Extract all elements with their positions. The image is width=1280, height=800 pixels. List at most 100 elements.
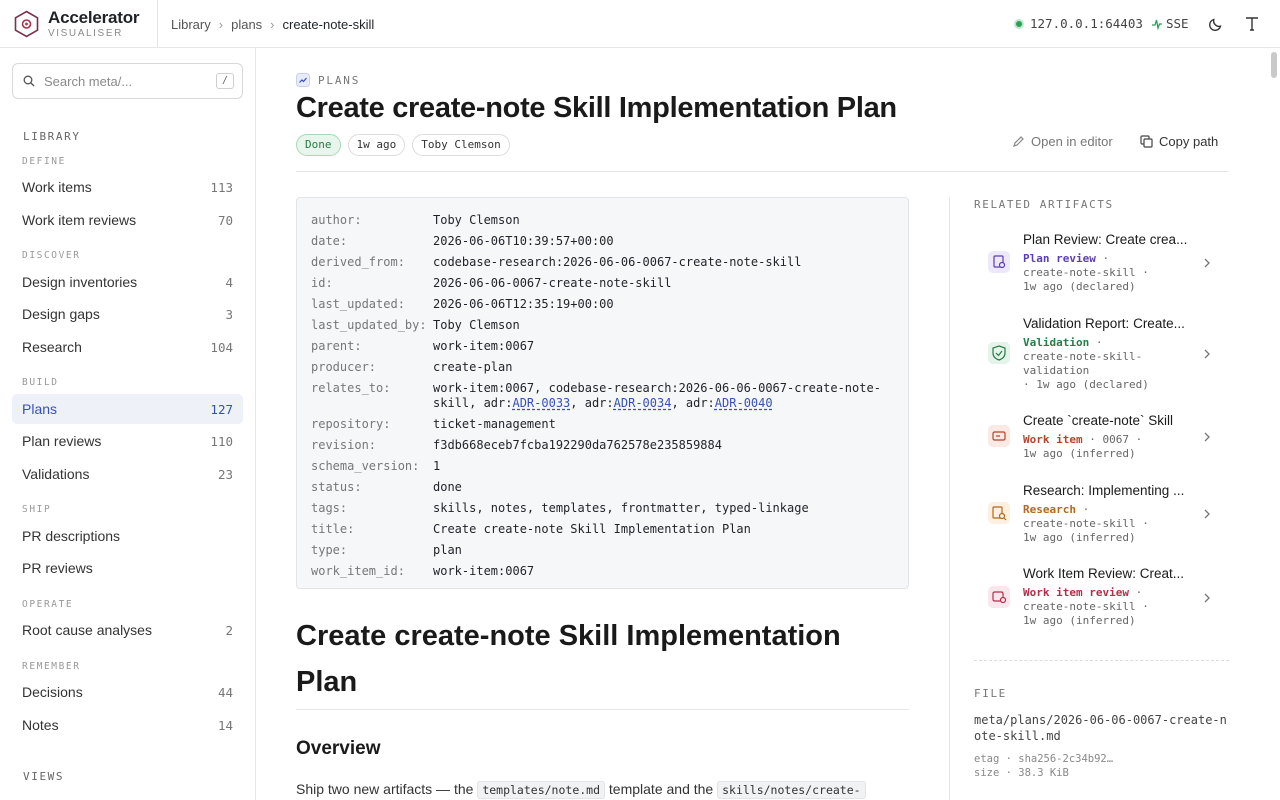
fm-value: Toby Clemson [433, 213, 520, 227]
scrollbar-thumb[interactable] [1271, 52, 1277, 78]
library-heading: LIBRARY [23, 130, 81, 143]
search-shortcut-key: / [216, 73, 234, 89]
related-artifact-title: Plan Review: Create crea... [1023, 232, 1188, 247]
brand-subtitle: VISUALISER [48, 28, 123, 39]
related-artifact-validation[interactable]: Validation Report: Create... Validation … [974, 315, 1229, 395]
fm-value: 2026-06-06T10:39:57+00:00 [433, 234, 614, 248]
breadcrumb-library[interactable]: Library [171, 17, 211, 32]
adr-link[interactable]: ADR-0034 [614, 396, 672, 410]
fm-key: work_item_id: [311, 564, 405, 578]
fm-value: skills, notes, templates, frontmatter, t… [433, 501, 809, 515]
sidebar-item-plans[interactable]: Plans 127 [12, 394, 243, 424]
related-artifact-detail: create-note-skill · [1023, 600, 1149, 613]
related-artifact-research[interactable]: Research: Implementing ... Research · cre… [974, 482, 1229, 548]
moon-icon[interactable] [1207, 15, 1225, 33]
fm-value: work-item:0067 [433, 564, 535, 578]
fm-row: revision: f3db668eceb7fcba192290da762578e… [311, 435, 908, 456]
related-artifact-body: Research: Implementing ... Research · cre… [1023, 482, 1193, 545]
sidebar-item-decisions[interactable]: Decisions 44 [12, 677, 243, 707]
inline-code: templates/note.md [477, 781, 606, 799]
sidebar-item-design-inventories[interactable]: Design inventories 4 [12, 267, 243, 297]
overview-paragraph: Ship two new artifacts — the templates/n… [296, 778, 909, 800]
status-badge: Done [296, 134, 341, 156]
fm-key: repository: [311, 417, 391, 431]
sidebar-item-root-cause-analyses[interactable]: Root cause analyses 2 [12, 615, 243, 645]
breadcrumb-plans[interactable]: plans [231, 17, 262, 32]
file-path[interactable]: meta/plans/2026-06-06-0067-create-note-s… [974, 712, 1229, 744]
fm-row: status: done [311, 477, 908, 498]
sidebar: / LIBRARY DEFINE Work items 113 Work item… [0, 48, 256, 800]
sidebar-item-count: 44 [217, 684, 233, 700]
sidebar-item-work-items[interactable]: Work items 113 [12, 172, 243, 202]
related-artifact-type: Plan review [1023, 252, 1096, 265]
related-artifact-work-item[interactable]: Create `create-note` Skill Work item · 0… [974, 412, 1229, 464]
open-in-editor-label: Open in editor [1031, 133, 1113, 149]
chevron-right-icon [1204, 349, 1210, 359]
sidebar-item-validations[interactable]: Validations 23 [12, 459, 243, 489]
top-bar: Accelerator VISUALISER Library › plans ›… [0, 0, 1280, 48]
brand[interactable]: Accelerator VISUALISER [14, 9, 140, 39]
doc-kind: PLANS [318, 73, 361, 87]
text-size-icon[interactable] [1243, 15, 1261, 33]
body-heading: Create create-note Skill Implementation … [296, 620, 841, 698]
doc-kicker: PLANS [296, 73, 360, 87]
related-artifact-type: Validation [1023, 336, 1090, 349]
search-box[interactable]: / [12, 63, 243, 99]
sidebar-item-label: Research [22, 339, 82, 355]
section-heading: Overview [296, 738, 381, 759]
related-artifact-work-item-review[interactable]: Work Item Review: Creat... Work item rev… [974, 565, 1229, 631]
related-artifact-type: Research [1023, 503, 1076, 516]
sse-indicator: SSE [1152, 16, 1189, 31]
hexagon-logo-icon [14, 10, 39, 38]
panel-divider [974, 660, 1229, 661]
sidebar-item-notes[interactable]: Notes 14 [12, 710, 243, 740]
sidebar-item-pr-reviews[interactable]: PR reviews [12, 553, 243, 583]
sidebar-item-design-gaps[interactable]: Design gaps 3 [12, 299, 243, 329]
fm-key: tags: [311, 501, 348, 515]
search-input[interactable] [44, 73, 204, 89]
related-artifact-title: Validation Report: Create... [1023, 316, 1185, 331]
sidebar-item-pr-descriptions[interactable]: PR descriptions [12, 521, 243, 551]
adr-link[interactable]: ADR-0040 [715, 396, 773, 410]
fm-key: derived_from: [311, 255, 405, 269]
sidebar-item-research[interactable]: Research 104 [12, 332, 243, 362]
sidebar-item-count: 23 [217, 466, 233, 482]
related-artifact-age: 1w ago (inferred) [1023, 614, 1136, 627]
relates-to-text: , adr: [570, 396, 614, 410]
activity-icon [1152, 19, 1162, 30]
sidebar-item-count: 110 [210, 433, 233, 449]
research-icon [988, 502, 1010, 524]
server-address: 127.0.0.1:64403 [1030, 16, 1143, 31]
sidebar-item-count: 127 [210, 401, 233, 417]
related-artifact-meta: Validation · create-note-skill-validation… [1023, 336, 1149, 391]
fm-value: work-item:0067 [433, 339, 535, 353]
fm-row: work_item_id: work-item:0067 [311, 561, 908, 582]
main-content: PLANS Create create-note Skill Implement… [257, 48, 1269, 800]
related-artifact-age: · 1w ago (declared) [1023, 378, 1149, 391]
fm-row: schema_version: 1 [311, 456, 908, 477]
fm-value: f3db668eceb7fcba192290da762578e235859884 [433, 438, 722, 452]
adr-link[interactable]: ADR-0033 [512, 396, 570, 410]
fm-value: 1 [433, 459, 441, 473]
related-artifact-detail: create-note-skill · [1023, 517, 1149, 530]
fm-key: last_updated_by: [311, 318, 427, 332]
sidebar-item-count: 3 [225, 306, 233, 322]
sidebar-item-label: Decisions [22, 684, 83, 700]
open-in-editor-button[interactable]: Open in editor [1012, 132, 1113, 150]
fm-value: 2026-06-06-0067-create-note-skill [433, 276, 672, 290]
chevron-right-icon: › [270, 16, 275, 32]
sidebar-item-count: 113 [210, 179, 233, 195]
sidebar-item-label: Design inventories [22, 274, 138, 290]
fm-value: ticket-management [433, 417, 556, 431]
group-ship: SHIP [22, 504, 52, 515]
related-artifact-meta: Work item review · create-note-skill · 1w … [1023, 586, 1149, 627]
para-text: template and the [605, 781, 718, 797]
sidebar-item-plan-reviews[interactable]: Plan reviews 110 [12, 426, 243, 456]
fm-row: producer: create-plan [311, 357, 908, 378]
group-define: DEFINE [22, 156, 66, 167]
plan-review-icon [988, 251, 1010, 273]
related-artifact-plan-review[interactable]: Plan Review: Create crea... Plan review … [974, 231, 1229, 297]
group-views: VIEWS [23, 770, 65, 783]
copy-path-button[interactable]: Copy path [1140, 132, 1218, 150]
sidebar-item-work-item-reviews[interactable]: Work item reviews 70 [12, 205, 243, 235]
